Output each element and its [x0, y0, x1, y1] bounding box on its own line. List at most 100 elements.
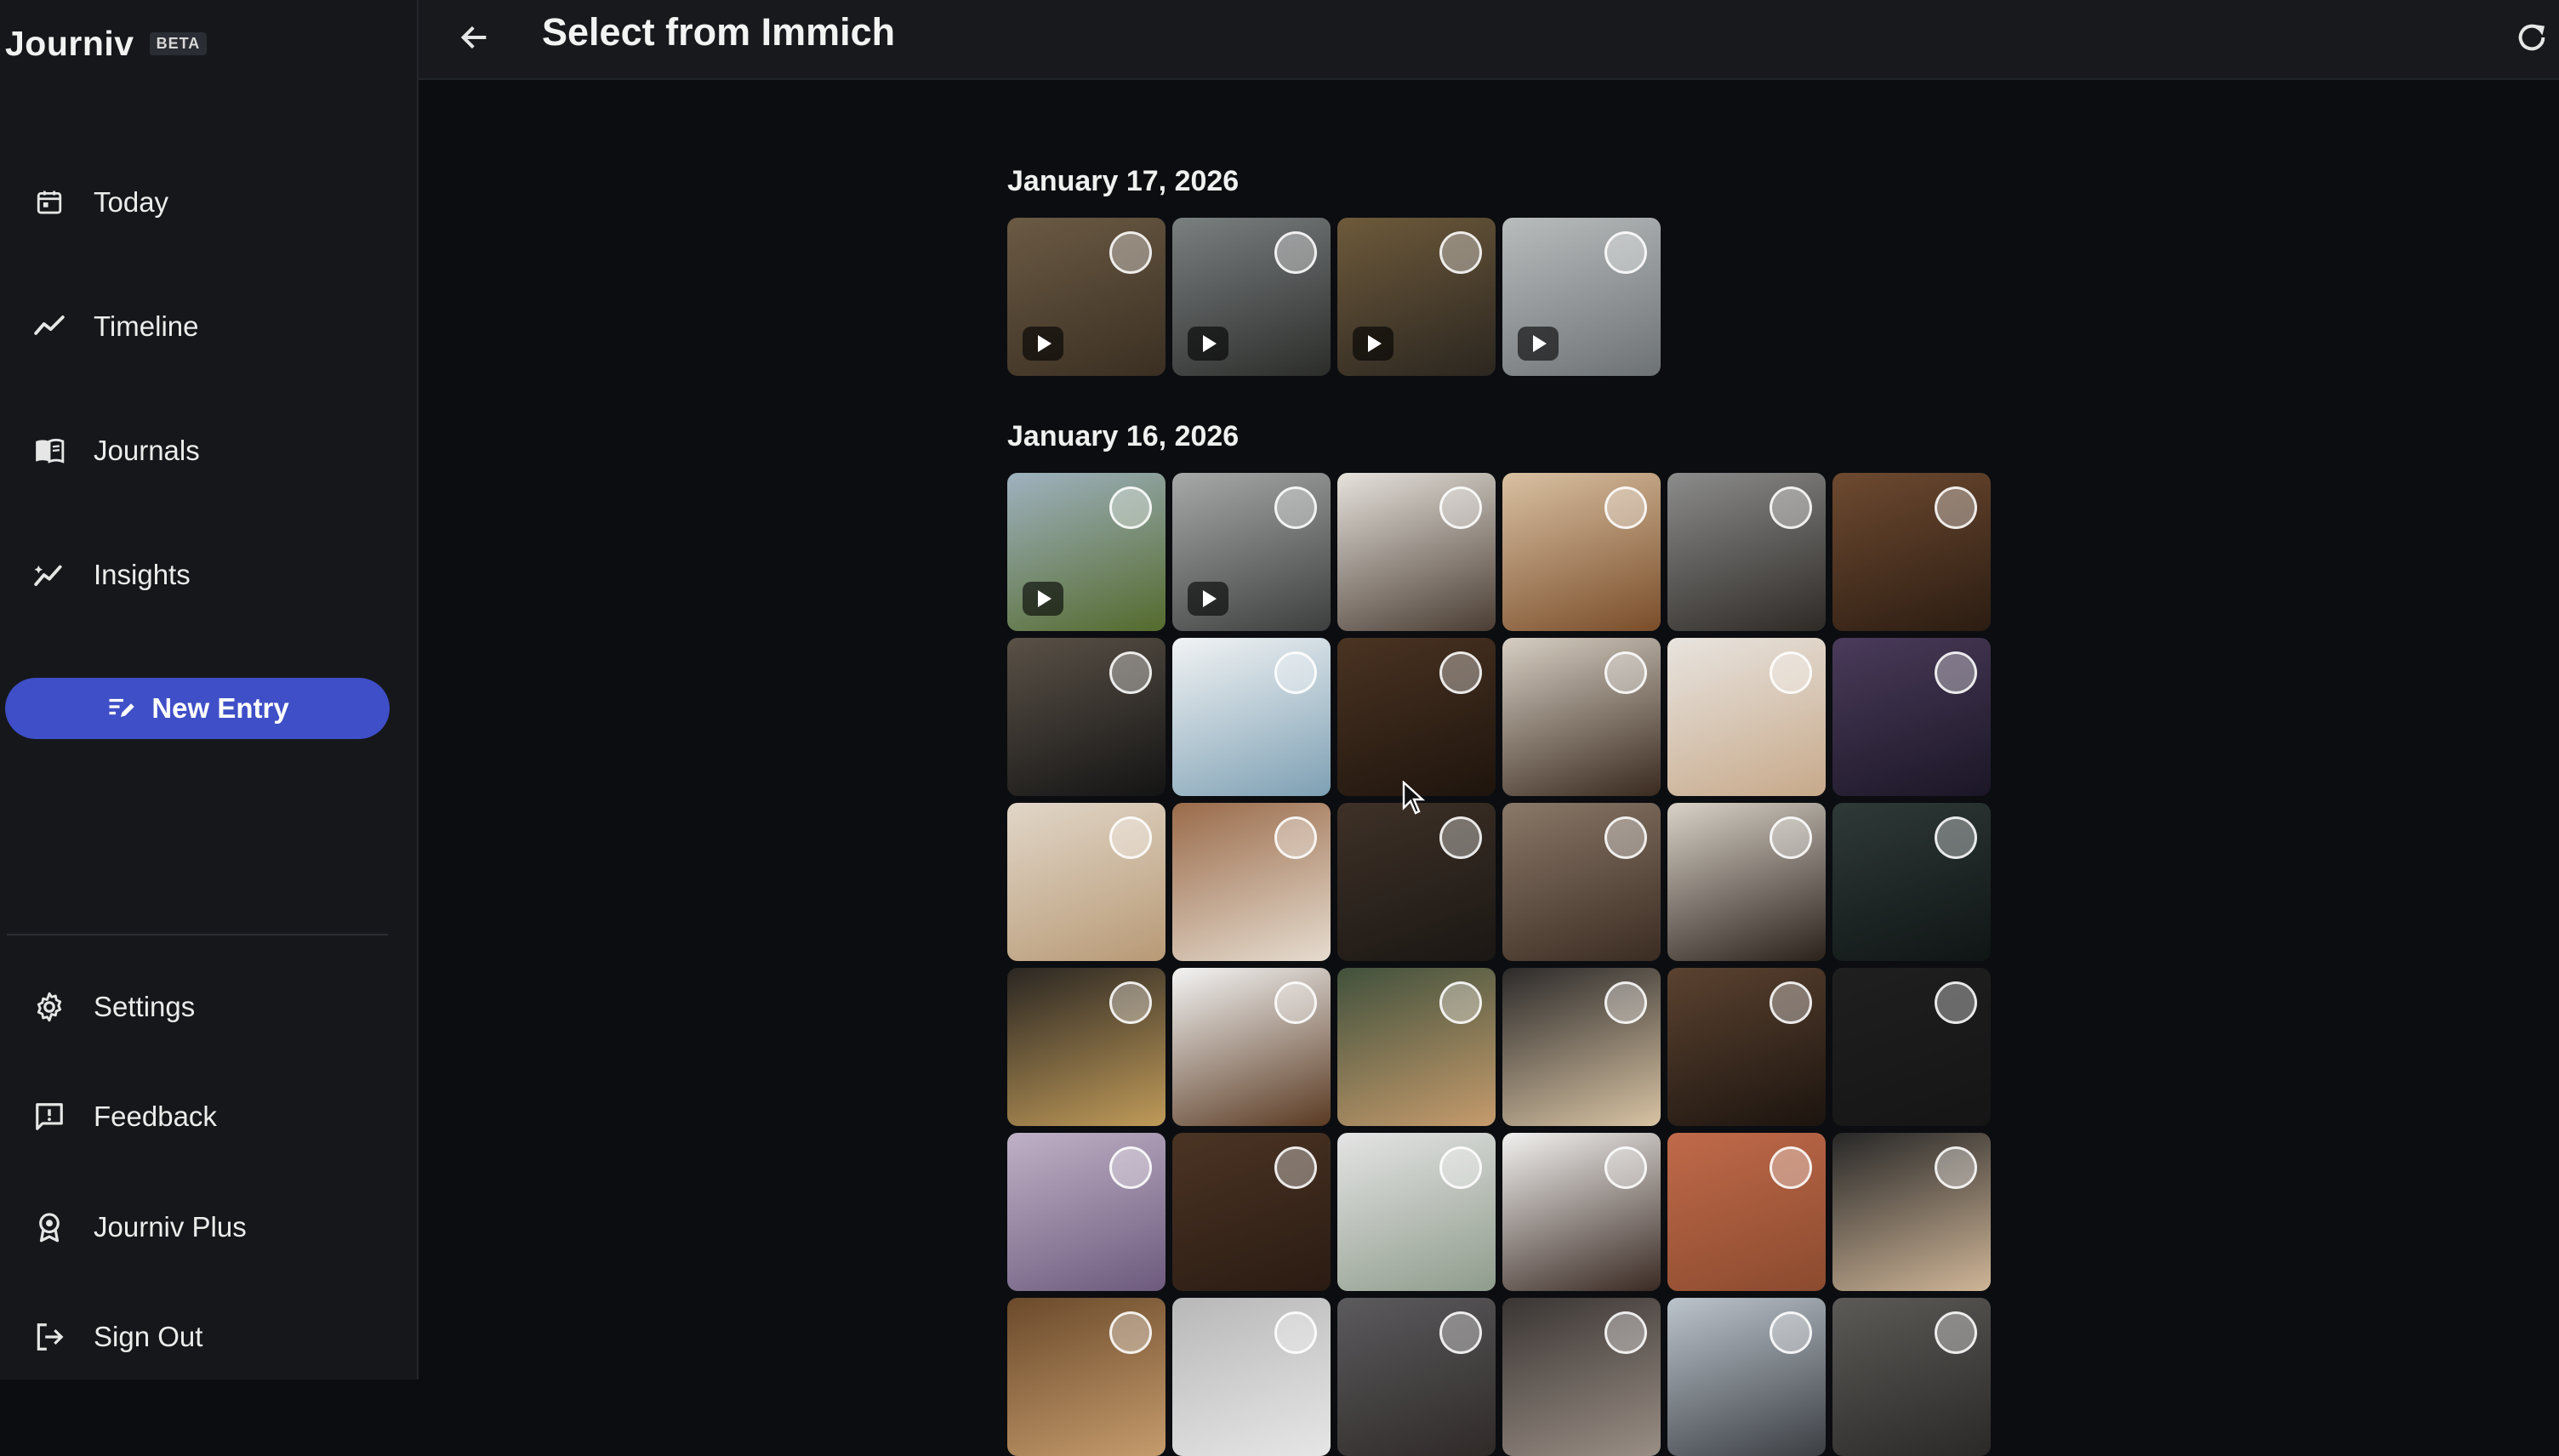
video-thumbnail[interactable] [1172, 473, 1331, 631]
select-checkbox[interactable] [1439, 816, 1482, 859]
sidebar-item-insights[interactable]: Insights [26, 541, 400, 609]
photo-thumbnail[interactable] [1007, 968, 1166, 1126]
photo-thumbnail[interactable] [1337, 473, 1496, 631]
select-checkbox[interactable] [1604, 1311, 1647, 1354]
select-checkbox[interactable] [1935, 651, 1977, 694]
photo-thumbnail[interactable] [1667, 1133, 1826, 1291]
play-icon [1188, 327, 1228, 361]
photo-thumbnail[interactable] [1502, 803, 1661, 961]
select-checkbox[interactable] [1770, 981, 1812, 1024]
photo-thumbnail[interactable] [1502, 1298, 1661, 1456]
photo-thumbnail[interactable] [1832, 1133, 1991, 1291]
sidebar-item-timeline[interactable]: Timeline [26, 293, 400, 361]
select-checkbox[interactable] [1770, 1146, 1812, 1189]
select-checkbox[interactable] [1274, 1311, 1317, 1354]
video-thumbnail[interactable] [1172, 218, 1331, 376]
photo-thumbnail[interactable] [1172, 1133, 1331, 1291]
calendar-icon [26, 179, 73, 226]
select-checkbox[interactable] [1274, 651, 1317, 694]
select-checkbox[interactable] [1274, 486, 1317, 529]
select-checkbox[interactable] [1274, 231, 1317, 274]
sidebar-item-sign-out[interactable]: Sign Out [26, 1303, 400, 1371]
select-checkbox[interactable] [1439, 1146, 1482, 1189]
brand[interactable]: Journiv BETA [5, 24, 208, 64]
select-checkbox[interactable] [1770, 651, 1812, 694]
photo-thumbnail[interactable] [1172, 638, 1331, 796]
photo-thumbnail[interactable] [1502, 473, 1661, 631]
sidebar-item-journiv-plus[interactable]: Journiv Plus [26, 1193, 400, 1261]
sidebar-item-settings[interactable]: Settings [26, 973, 400, 1041]
select-checkbox[interactable] [1935, 486, 1977, 529]
refresh-button[interactable] [2505, 12, 2559, 66]
photo-thumbnail[interactable] [1832, 803, 1991, 961]
photo-thumbnail[interactable] [1667, 968, 1826, 1126]
video-thumbnail[interactable] [1007, 473, 1166, 631]
back-button[interactable] [447, 12, 502, 66]
select-checkbox[interactable] [1274, 981, 1317, 1024]
photo-thumbnail[interactable] [1337, 1298, 1496, 1456]
book-icon [26, 427, 73, 475]
select-checkbox[interactable] [1109, 816, 1152, 859]
photo-thumbnail[interactable] [1007, 638, 1166, 796]
play-icon [1188, 582, 1228, 616]
video-thumbnail[interactable] [1337, 218, 1496, 376]
photo-thumbnail[interactable] [1832, 1298, 1991, 1456]
select-checkbox[interactable] [1770, 1311, 1812, 1354]
photo-thumbnail[interactable] [1172, 968, 1331, 1126]
select-checkbox[interactable] [1109, 486, 1152, 529]
select-checkbox[interactable] [1604, 816, 1647, 859]
photo-thumbnail[interactable] [1337, 1133, 1496, 1291]
select-checkbox[interactable] [1109, 231, 1152, 274]
select-checkbox[interactable] [1935, 1146, 1977, 1189]
photo-thumbnail[interactable] [1337, 968, 1496, 1126]
select-checkbox[interactable] [1109, 981, 1152, 1024]
select-checkbox[interactable] [1439, 981, 1482, 1024]
new-entry-button[interactable]: New Entry [5, 678, 390, 739]
select-checkbox[interactable] [1935, 981, 1977, 1024]
sidebar-divider [7, 934, 388, 936]
photo-thumbnail[interactable] [1337, 803, 1496, 961]
sidebar: Journiv BETA Today Timeline Journals Ins… [0, 0, 419, 1379]
photo-thumbnail[interactable] [1172, 803, 1331, 961]
select-checkbox[interactable] [1439, 231, 1482, 274]
photo-grid [1007, 218, 1991, 376]
photo-thumbnail[interactable] [1667, 638, 1826, 796]
select-checkbox[interactable] [1604, 1146, 1647, 1189]
sidebar-item-journals[interactable]: Journals [26, 417, 400, 485]
photo-thumbnail[interactable] [1832, 473, 1991, 631]
select-checkbox[interactable] [1604, 981, 1647, 1024]
select-checkbox[interactable] [1439, 486, 1482, 529]
select-checkbox[interactable] [1770, 816, 1812, 859]
select-checkbox[interactable] [1935, 1311, 1977, 1354]
sidebar-item-today[interactable]: Today [26, 168, 400, 236]
sidebar-item-feedback[interactable]: Feedback [26, 1083, 400, 1151]
select-checkbox[interactable] [1109, 651, 1152, 694]
select-checkbox[interactable] [1935, 816, 1977, 859]
select-checkbox[interactable] [1770, 486, 1812, 529]
select-checkbox[interactable] [1439, 651, 1482, 694]
photo-thumbnail[interactable] [1007, 803, 1166, 961]
select-checkbox[interactable] [1274, 816, 1317, 859]
select-checkbox[interactable] [1604, 486, 1647, 529]
photo-thumbnail[interactable] [1667, 803, 1826, 961]
photo-thumbnail[interactable] [1832, 968, 1991, 1126]
video-thumbnail[interactable] [1007, 218, 1166, 376]
photo-thumbnail[interactable] [1502, 638, 1661, 796]
photo-thumbnail[interactable] [1007, 1133, 1166, 1291]
select-checkbox[interactable] [1109, 1311, 1152, 1354]
select-checkbox[interactable] [1604, 231, 1647, 274]
select-checkbox[interactable] [1439, 1311, 1482, 1354]
photo-thumbnail[interactable] [1007, 1298, 1166, 1456]
select-checkbox[interactable] [1274, 1146, 1317, 1189]
select-checkbox[interactable] [1604, 651, 1647, 694]
photo-thumbnail[interactable] [1172, 1298, 1331, 1456]
photo-thumbnail[interactable] [1502, 1133, 1661, 1291]
photo-thumbnail[interactable] [1667, 473, 1826, 631]
photo-thumbnail[interactable] [1337, 638, 1496, 796]
sidebar-item-label: Journiv Plus [94, 1211, 247, 1243]
photo-thumbnail[interactable] [1667, 1298, 1826, 1456]
photo-thumbnail[interactable] [1832, 638, 1991, 796]
select-checkbox[interactable] [1109, 1146, 1152, 1189]
video-thumbnail[interactable] [1502, 218, 1661, 376]
photo-thumbnail[interactable] [1502, 968, 1661, 1126]
